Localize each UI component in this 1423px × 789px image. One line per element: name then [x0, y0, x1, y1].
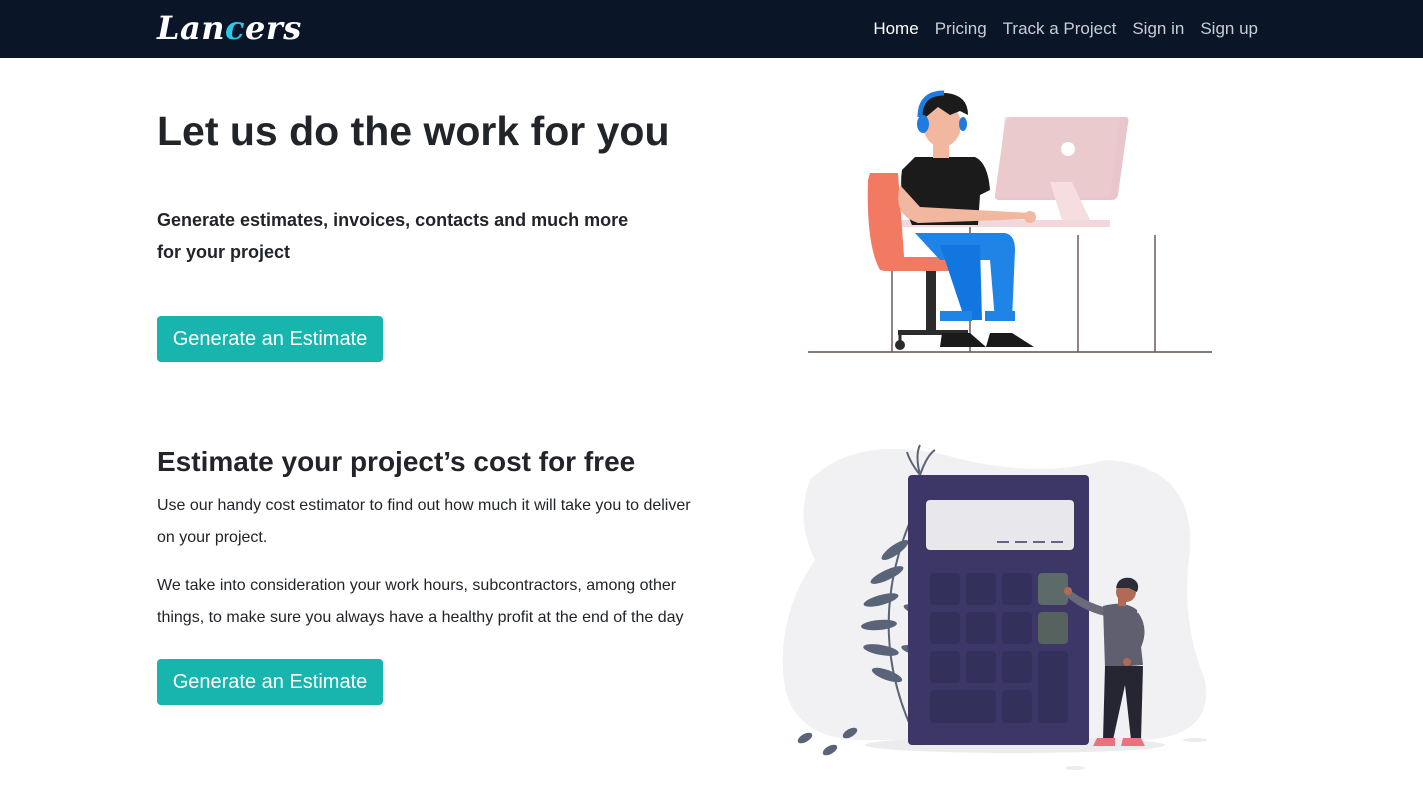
generate-estimate-button-section[interactable]: Generate an Estimate [157, 659, 383, 705]
nav-links: Home Pricing Track a Project Sign in Sig… [857, 0, 1258, 58]
brand-suffix: ers [244, 9, 302, 47]
brand-prefix: Lan [157, 9, 225, 47]
navbar: Lancers Home Pricing Track a Project Sig… [0, 0, 1423, 58]
nav-link-sign-up[interactable]: Sign up [1200, 0, 1258, 58]
developer-at-desk-illustration [808, 90, 1212, 353]
hero-subtitle: Generate estimates, invoices, contacts a… [157, 210, 629, 262]
brand-logo[interactable]: Lancers [157, 8, 302, 48]
brand-accent: c [225, 9, 245, 47]
estimate-paragraph-1: Use our handy cost estimator to find out… [157, 497, 691, 546]
estimate-section-title: Estimate your project’s cost for free [157, 446, 636, 477]
calculator-illustration [782, 444, 1207, 770]
generate-estimate-button-hero[interactable]: Generate an Estimate [157, 316, 383, 362]
hero-title: Let us do the work for you [157, 108, 670, 154]
nav-link-pricing[interactable]: Pricing [935, 0, 987, 58]
nav-link-track-project[interactable]: Track a Project [1003, 0, 1117, 58]
estimate-paragraph-2: We take into consideration your work hou… [157, 577, 684, 626]
nav-link-home[interactable]: Home [873, 0, 918, 58]
nav-link-sign-in[interactable]: Sign in [1132, 0, 1184, 58]
